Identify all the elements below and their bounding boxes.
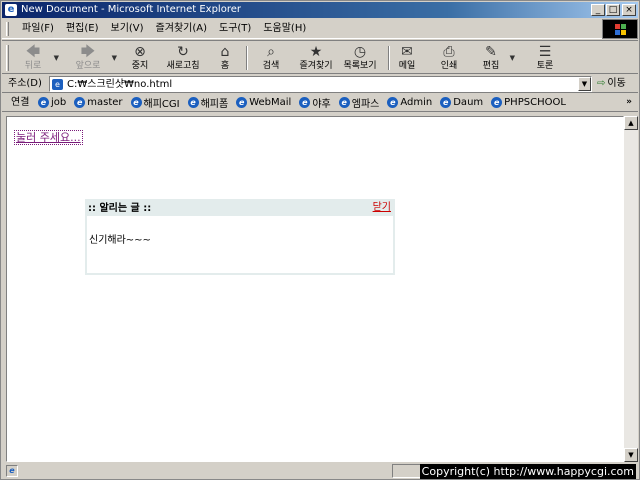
menu-file[interactable]: 파일(F) [16,19,60,39]
ie-page-icon: e [236,97,248,108]
stop-icon: ⊗ [134,44,146,60]
history-button[interactable]: ◷ 목록보기 [336,42,384,74]
favorites-button[interactable]: ★ 즐겨찾기 [292,42,340,74]
links-bar: 연결 e job e master e 해피CGI e 해피폼 e WebMail e 야후… [2,94,638,112]
link-phpschool[interactable]: e PHPSCHOOL [491,97,566,108]
menu-grip[interactable] [6,22,9,36]
print-button[interactable]: ⎙ 인쇄 [434,42,464,74]
page-icon: e [52,79,63,90]
go-button[interactable]: ⇨ 이동 [597,76,637,92]
popup-header: :: 알리는 글 :: 닫기 [87,201,393,216]
back-button[interactable]: 🡄 뒤로 ▼ [16,42,59,74]
ie-page-icon: e [38,97,49,108]
go-arrow-icon: ⇨ [597,78,606,89]
favorites-icon: ★ [309,44,323,60]
link-happycgi[interactable]: e 해피CGI [130,95,180,110]
ie-logo-icon: e [5,4,17,16]
link-daum[interactable]: e Daum [440,97,483,108]
links-more-button[interactable]: » [626,94,632,110]
link-yahoo[interactable]: e 야후 [299,95,331,110]
menu-view[interactable]: 보기(V) [105,19,150,39]
ie-page-icon: e [130,97,142,108]
print-icon: ⎙ [443,44,455,60]
link-admin[interactable]: e Admin [387,97,432,108]
go-label: 이동 [607,78,626,89]
discuss-button[interactable]: ☰ 토론 [530,42,560,74]
minimize-button[interactable]: _ [591,4,605,16]
ie-page-icon: e [338,97,350,108]
link-empas[interactable]: e 엠파스 [338,95,379,110]
toolbar-separator [388,46,390,70]
toolbar-grip[interactable] [6,45,9,71]
search-button[interactable]: ⌕ 검색 [254,42,288,74]
menu-bar: 파일(F) 편집(E) 보기(V) 즐겨찾기(A) 도구(T) 도움말(H) [2,19,638,39]
discuss-icon: ☰ [538,44,552,60]
maximize-button[interactable]: □ [606,4,620,16]
notice-popup: :: 알리는 글 :: 닫기 신기해라~~~ [85,199,395,275]
menu-help[interactable]: 도움말(H) [257,19,312,39]
ie-page-icon: e [440,97,452,108]
mail-button[interactable]: ✉ 메일 [392,42,422,74]
address-input[interactable]: e C:₩스크린샷₩no.html ▼ [49,76,592,92]
close-button[interactable]: × [622,4,636,16]
stop-button[interactable]: ⊗ 중지 [124,42,156,74]
press-link[interactable]: 눌러 주세요... [14,130,83,145]
ie-page-icon: e [299,97,311,108]
chevron-down-icon[interactable]: ▼ [54,54,59,62]
window-controls: _ □ × [590,4,636,16]
popup-close-link[interactable]: 닫기 [373,201,391,214]
page-content: 눌러 주세요... :: 알리는 글 :: 닫기 신기해라~~~ [6,116,624,462]
back-arrow-icon: 🡄 [25,44,41,60]
toolbar-separator [246,46,248,70]
popup-message: 신기해라~~~ [89,235,151,246]
ie-page-icon: e [187,97,199,108]
chevron-down-icon[interactable]: ▼ [112,54,117,62]
edit-icon: ✎ [485,44,497,60]
menu-favorites[interactable]: 즐겨찾기(A) [150,19,213,39]
scroll-up-button[interactable]: ▲ [624,116,638,130]
links-label: 연결 [11,97,30,108]
ie-page-icon: e [387,97,399,108]
scroll-down-button[interactable]: ▼ [624,448,638,462]
home-button[interactable]: ⌂ 홈 [210,42,240,74]
browser-window: e New Document - Microsoft Internet Expl… [0,0,640,480]
home-icon: ⌂ [220,44,230,60]
windows-logo-icon [602,19,638,39]
link-job[interactable]: e job [38,97,66,108]
forward-button[interactable]: 🡆 앞으로 ▼ [68,42,117,74]
popup-title: :: 알리는 글 :: [88,203,152,214]
window-title: New Document - Microsoft Internet Explor… [21,4,241,15]
refresh-button[interactable]: ↻ 새로고침 [160,42,206,74]
history-icon: ◷ [353,44,367,60]
ie-page-icon: e [74,97,86,108]
link-happyform[interactable]: e 해피폼 [187,95,228,110]
address-bar: 주소(D) e C:₩스크린샷₩no.html ▼ ⇨ 이동 [2,75,638,93]
search-icon: ⌕ [267,44,275,60]
status-bar: e Copyright(c) http://www.happycgi.com [2,463,638,479]
link-master[interactable]: e master [74,97,123,108]
forward-arrow-icon: 🡆 [80,44,96,60]
edit-button[interactable]: ✎ 편집 ▼ [476,42,515,74]
menu-edit[interactable]: 편집(E) [60,19,105,39]
copyright-label: Copyright(c) http://www.happycgi.com [419,464,636,479]
link-webmail[interactable]: e WebMail [236,97,291,108]
address-value[interactable]: C:₩스크린샷₩no.html [67,78,172,91]
standard-toolbar: 🡄 뒤로 ▼ 🡆 앞으로 ▼ ⊗ 중지 ↻ 새로고침 ⌂ 홈 ⌕ 검색 ★ 즐겨… [2,40,638,74]
title-bar[interactable]: e New Document - Microsoft Internet Expl… [2,2,638,18]
ie-page-icon: e [491,97,503,108]
menu-tools[interactable]: 도구(T) [213,19,257,39]
page-status-icon: e [6,465,18,477]
chevron-down-icon[interactable]: ▼ [510,54,515,62]
mail-icon: ✉ [401,44,413,60]
vertical-scrollbar[interactable]: ▲ ▼ [624,116,638,462]
refresh-icon: ↻ [177,44,189,60]
address-label: 주소(D) [8,78,42,89]
address-dropdown-button[interactable]: ▼ [578,77,591,91]
